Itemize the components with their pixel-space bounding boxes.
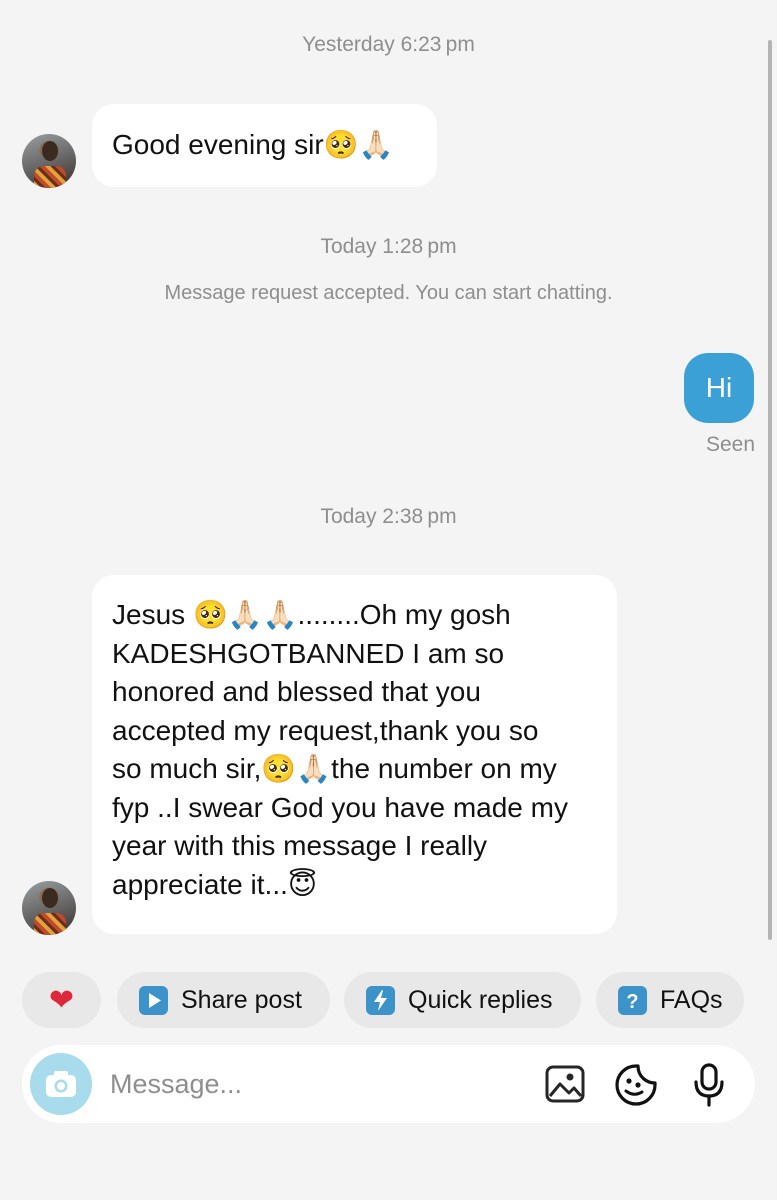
incoming-message[interactable]: Good evening sir🥺🙏🏻 (92, 104, 437, 187)
message-text: Good evening sir (112, 129, 324, 160)
timestamp: Today 2:38 pm (320, 505, 457, 528)
lightning-icon (366, 985, 395, 1015)
message-line: fyp ..I swear God you have made my (112, 791, 568, 823)
faqs-button[interactable]: ? FAQs (596, 972, 744, 1028)
avatar-shirt (34, 166, 66, 188)
outgoing-message[interactable]: Hi (684, 353, 754, 423)
avatar-head (42, 141, 58, 161)
question-icon: ? (618, 985, 647, 1015)
quick-replies-button[interactable]: Quick replies (344, 972, 581, 1028)
microphone-icon[interactable] (692, 1062, 726, 1108)
gallery-icon[interactable] (544, 1064, 586, 1104)
message-text: Hi (705, 372, 733, 403)
avatar[interactable] (22, 881, 76, 935)
heart-button[interactable]: ❤ (22, 972, 101, 1028)
message-line: Jesus 🥺🙏🏻🙏🏻........Oh my gosh (112, 598, 511, 631)
share-post-label: Share post (181, 985, 302, 1014)
timestamp: Yesterday 6:23 pm (302, 33, 475, 56)
avatar[interactable] (22, 134, 76, 188)
camera-button[interactable] (30, 1053, 92, 1115)
faqs-label: FAQs (660, 985, 723, 1014)
heart-icon: ❤ (48, 982, 75, 1018)
sticker-icon[interactable] (614, 1063, 658, 1107)
svg-text:?: ? (626, 991, 638, 1013)
message-line: year with this message I really (112, 830, 488, 861)
camera-icon (46, 1071, 76, 1097)
system-message: Message request accepted. You can start … (164, 282, 613, 304)
scrollbar[interactable] (768, 40, 772, 940)
timestamp: Today 1:28 pm (320, 235, 457, 258)
message-line: KADESHGOTBANNED I am so (112, 637, 505, 669)
share-post-button[interactable]: Share post (117, 972, 330, 1028)
message-line: accepted my request,thank you so (112, 714, 539, 746)
message-input[interactable]: Message... (110, 1045, 242, 1123)
message-line: so much sir,🥺🙏🏻the number on my (112, 752, 557, 785)
message-composer: Message... (22, 1045, 755, 1123)
message-line: honored and blessed that you (112, 676, 481, 707)
message-line: appreciate it...😇 (112, 867, 318, 901)
avatar-shirt (34, 913, 66, 935)
avatar-head (42, 888, 58, 908)
incoming-message-long[interactable]: Jesus 🥺🙏🏻🙏🏻........Oh my gosh KADESHGOTB… (92, 575, 617, 934)
play-icon (139, 985, 168, 1015)
quick-replies-label: Quick replies (408, 985, 553, 1014)
seen-status: Seen (705, 433, 755, 456)
message-emoji: 🥺🙏🏻 (323, 128, 394, 161)
